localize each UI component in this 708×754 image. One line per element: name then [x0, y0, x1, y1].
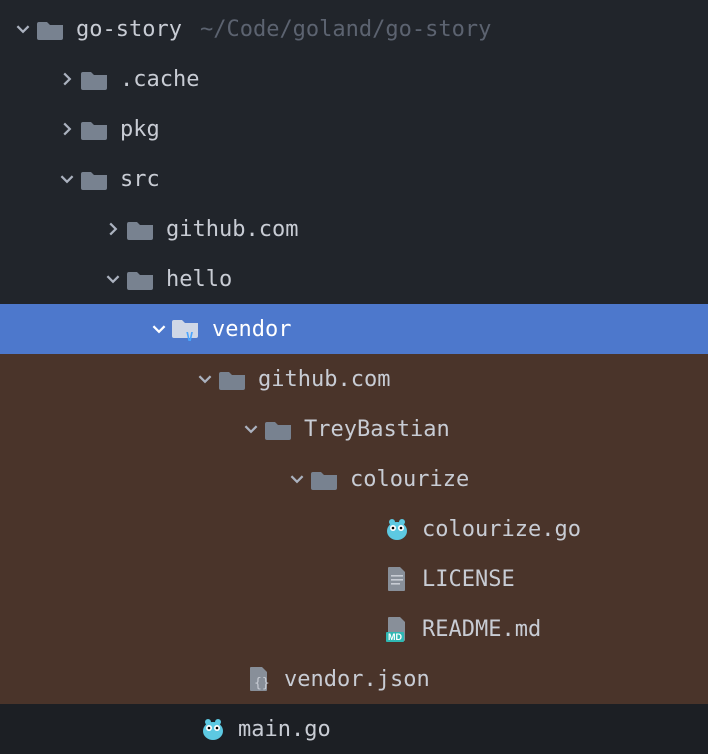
folder-icon [218, 364, 248, 394]
tree-row-vendor-json[interactable]: {} vendor.json [0, 654, 708, 704]
tree-label: go-story [76, 17, 182, 42]
tree-row-readme[interactable]: MD README.md [0, 604, 708, 654]
tree-row-cache[interactable]: .cache [0, 54, 708, 104]
folder-icon [310, 464, 340, 494]
tree-label: github.com [166, 217, 298, 242]
svg-text:{}: {} [254, 676, 270, 691]
tree-row-license[interactable]: LICENSE [0, 554, 708, 604]
folder-icon [80, 114, 110, 144]
folder-icon [80, 164, 110, 194]
folder-icon [126, 264, 156, 294]
chevron-down-icon [284, 472, 310, 486]
chevron-down-icon [100, 272, 126, 286]
tree-row-github[interactable]: github.com [0, 204, 708, 254]
folder-icon [36, 14, 66, 44]
tree-label: TreyBastian [304, 417, 450, 442]
tree-label: hello [166, 267, 232, 292]
chevron-down-icon [238, 422, 264, 436]
chevron-right-icon [54, 72, 80, 86]
tree-label: LICENSE [422, 567, 515, 592]
tree-row-src[interactable]: src [0, 154, 708, 204]
svg-text:MD: MD [388, 632, 402, 642]
tree-label: github.com [258, 367, 390, 392]
project-tree: go-story ~/Code/goland/go-story .cache p… [0, 0, 708, 754]
chevron-right-icon [100, 222, 126, 236]
chevron-down-icon [192, 372, 218, 386]
tree-row-colourize[interactable]: colourize [0, 454, 708, 504]
folder-icon [126, 214, 156, 244]
folder-icon [264, 414, 294, 444]
go-file-icon [382, 514, 412, 544]
tree-label: vendor [212, 317, 291, 342]
tree-label: pkg [120, 117, 160, 142]
tree-row-hello[interactable]: hello [0, 254, 708, 304]
tree-row-pkg[interactable]: pkg [0, 104, 708, 154]
svg-text:V: V [186, 330, 193, 342]
go-file-icon [198, 714, 228, 744]
tree-label: colourize [350, 467, 469, 492]
tree-label: vendor.json [284, 667, 430, 692]
tree-label: README.md [422, 617, 541, 642]
tree-row-vendor[interactable]: V vendor [0, 304, 708, 354]
tree-label: colourize.go [422, 517, 581, 542]
tree-row-github-vendor[interactable]: github.com [0, 354, 708, 404]
chevron-down-icon [10, 22, 36, 36]
tree-label: src [120, 167, 160, 192]
tree-label: .cache [120, 67, 199, 92]
tree-row-main-go[interactable]: main.go [0, 704, 708, 754]
vendor-folder-icon: V [172, 314, 202, 344]
text-file-icon [382, 564, 412, 594]
markdown-file-icon: MD [382, 614, 412, 644]
chevron-down-icon [146, 322, 172, 336]
tree-row-colourize-go[interactable]: colourize.go [0, 504, 708, 554]
tree-row-treybastian[interactable]: TreyBastian [0, 404, 708, 454]
chevron-down-icon [54, 172, 80, 186]
folder-icon [80, 64, 110, 94]
path-hint: ~/Code/goland/go-story [200, 17, 491, 42]
tree-row-root[interactable]: go-story ~/Code/goland/go-story [0, 4, 708, 54]
tree-label: main.go [238, 717, 331, 742]
chevron-right-icon [54, 122, 80, 136]
json-file-icon: {} [244, 664, 274, 694]
